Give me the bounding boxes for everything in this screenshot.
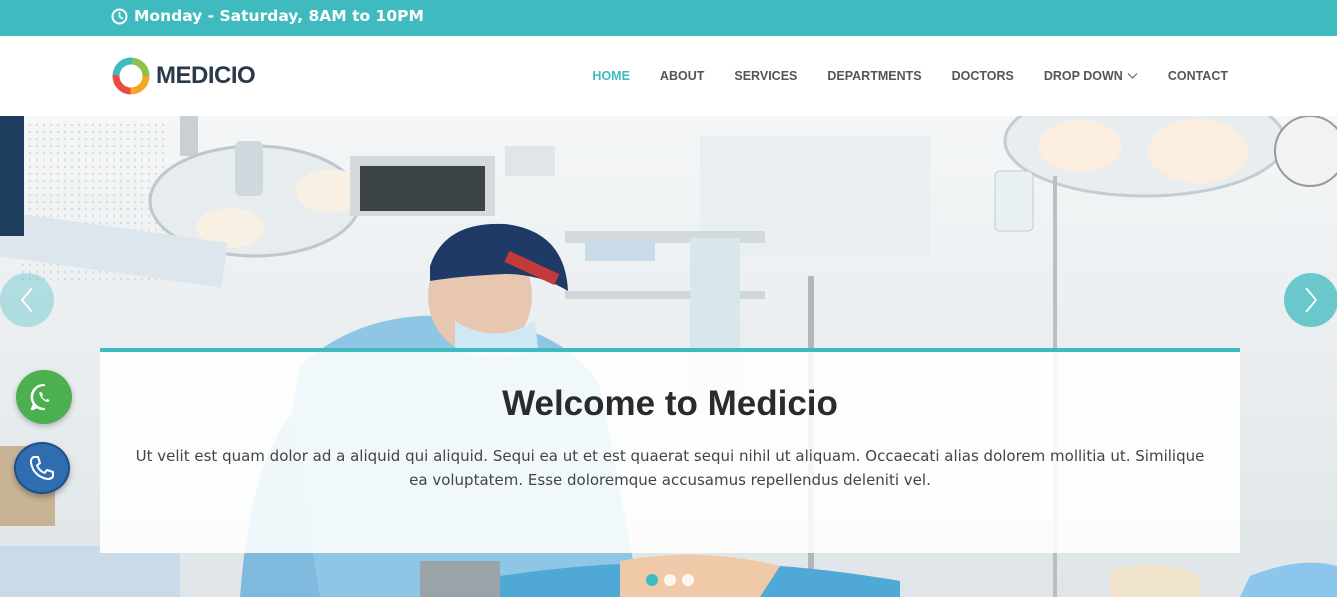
nav-label: HOME: [592, 69, 630, 83]
chevron-left-icon: [20, 287, 33, 313]
phone-call-button[interactable]: [14, 442, 70, 494]
main-nav: HOME ABOUT SERVICES DEPARTMENTS DOCTORS …: [562, 36, 1228, 116]
chevron-down-icon: [1127, 73, 1138, 79]
nav-item-departments[interactable]: DEPARTMENTS: [827, 69, 921, 83]
clock-icon: [111, 8, 128, 24]
hero-carousel: Welcome to Medicio Ut velit est quam dol…: [0, 116, 1337, 597]
whatsapp-icon: [30, 383, 50, 411]
nav-item-doctors[interactable]: DOCTORS: [952, 69, 1014, 83]
whatsapp-button[interactable]: [16, 370, 72, 424]
header: MEDICIO HOME ABOUT SERVICES DEPARTMENTS …: [0, 36, 1337, 116]
nav-label: CONTACT: [1167, 69, 1228, 83]
logo-text: MEDICIO: [156, 62, 256, 89]
phone-icon: [29, 456, 54, 480]
carousel-dot-1[interactable]: [646, 574, 658, 586]
nav-label: DOCTORS: [951, 69, 1014, 83]
hero-caption: Welcome to Medicio Ut velit est quam dol…: [100, 348, 1240, 553]
nav-label: SERVICES: [734, 69, 798, 83]
nav-item-home[interactable]: HOME: [592, 69, 630, 83]
logo[interactable]: MEDICIO: [111, 56, 256, 96]
carousel-dot-2[interactable]: [664, 574, 676, 586]
topbar: Monday - Saturday, 8AM to 10PM: [0, 0, 1337, 36]
hero-title: Welcome to Medicio: [502, 384, 838, 423]
nav-label: DEPARTMENTS: [827, 69, 922, 83]
nav-item-contact[interactable]: CONTACT: [1168, 69, 1228, 83]
nav-label: ABOUT: [659, 69, 705, 83]
nav-item-services[interactable]: SERVICES: [734, 69, 797, 83]
carousel-next-button[interactable]: [1284, 273, 1337, 327]
hero-text: Ut velit est quam dolor ad a aliquid qui…: [135, 447, 1205, 489]
chevron-right-icon: [1305, 287, 1318, 313]
nav-label: DROP DOWN: [1043, 69, 1123, 83]
nav-item-about[interactable]: ABOUT: [660, 69, 704, 83]
hours-text: Monday - Saturday, 8AM to 10PM: [134, 7, 424, 25]
carousel-indicators: [646, 574, 700, 586]
nav-item-drop-down[interactable]: DROP DOWN: [1044, 69, 1138, 83]
logo-ring-icon: [112, 57, 150, 95]
business-hours: Monday - Saturday, 8AM to 10PM: [111, 7, 424, 25]
carousel-prev-button[interactable]: [0, 273, 54, 327]
carousel-dot-3[interactable]: [682, 574, 694, 586]
